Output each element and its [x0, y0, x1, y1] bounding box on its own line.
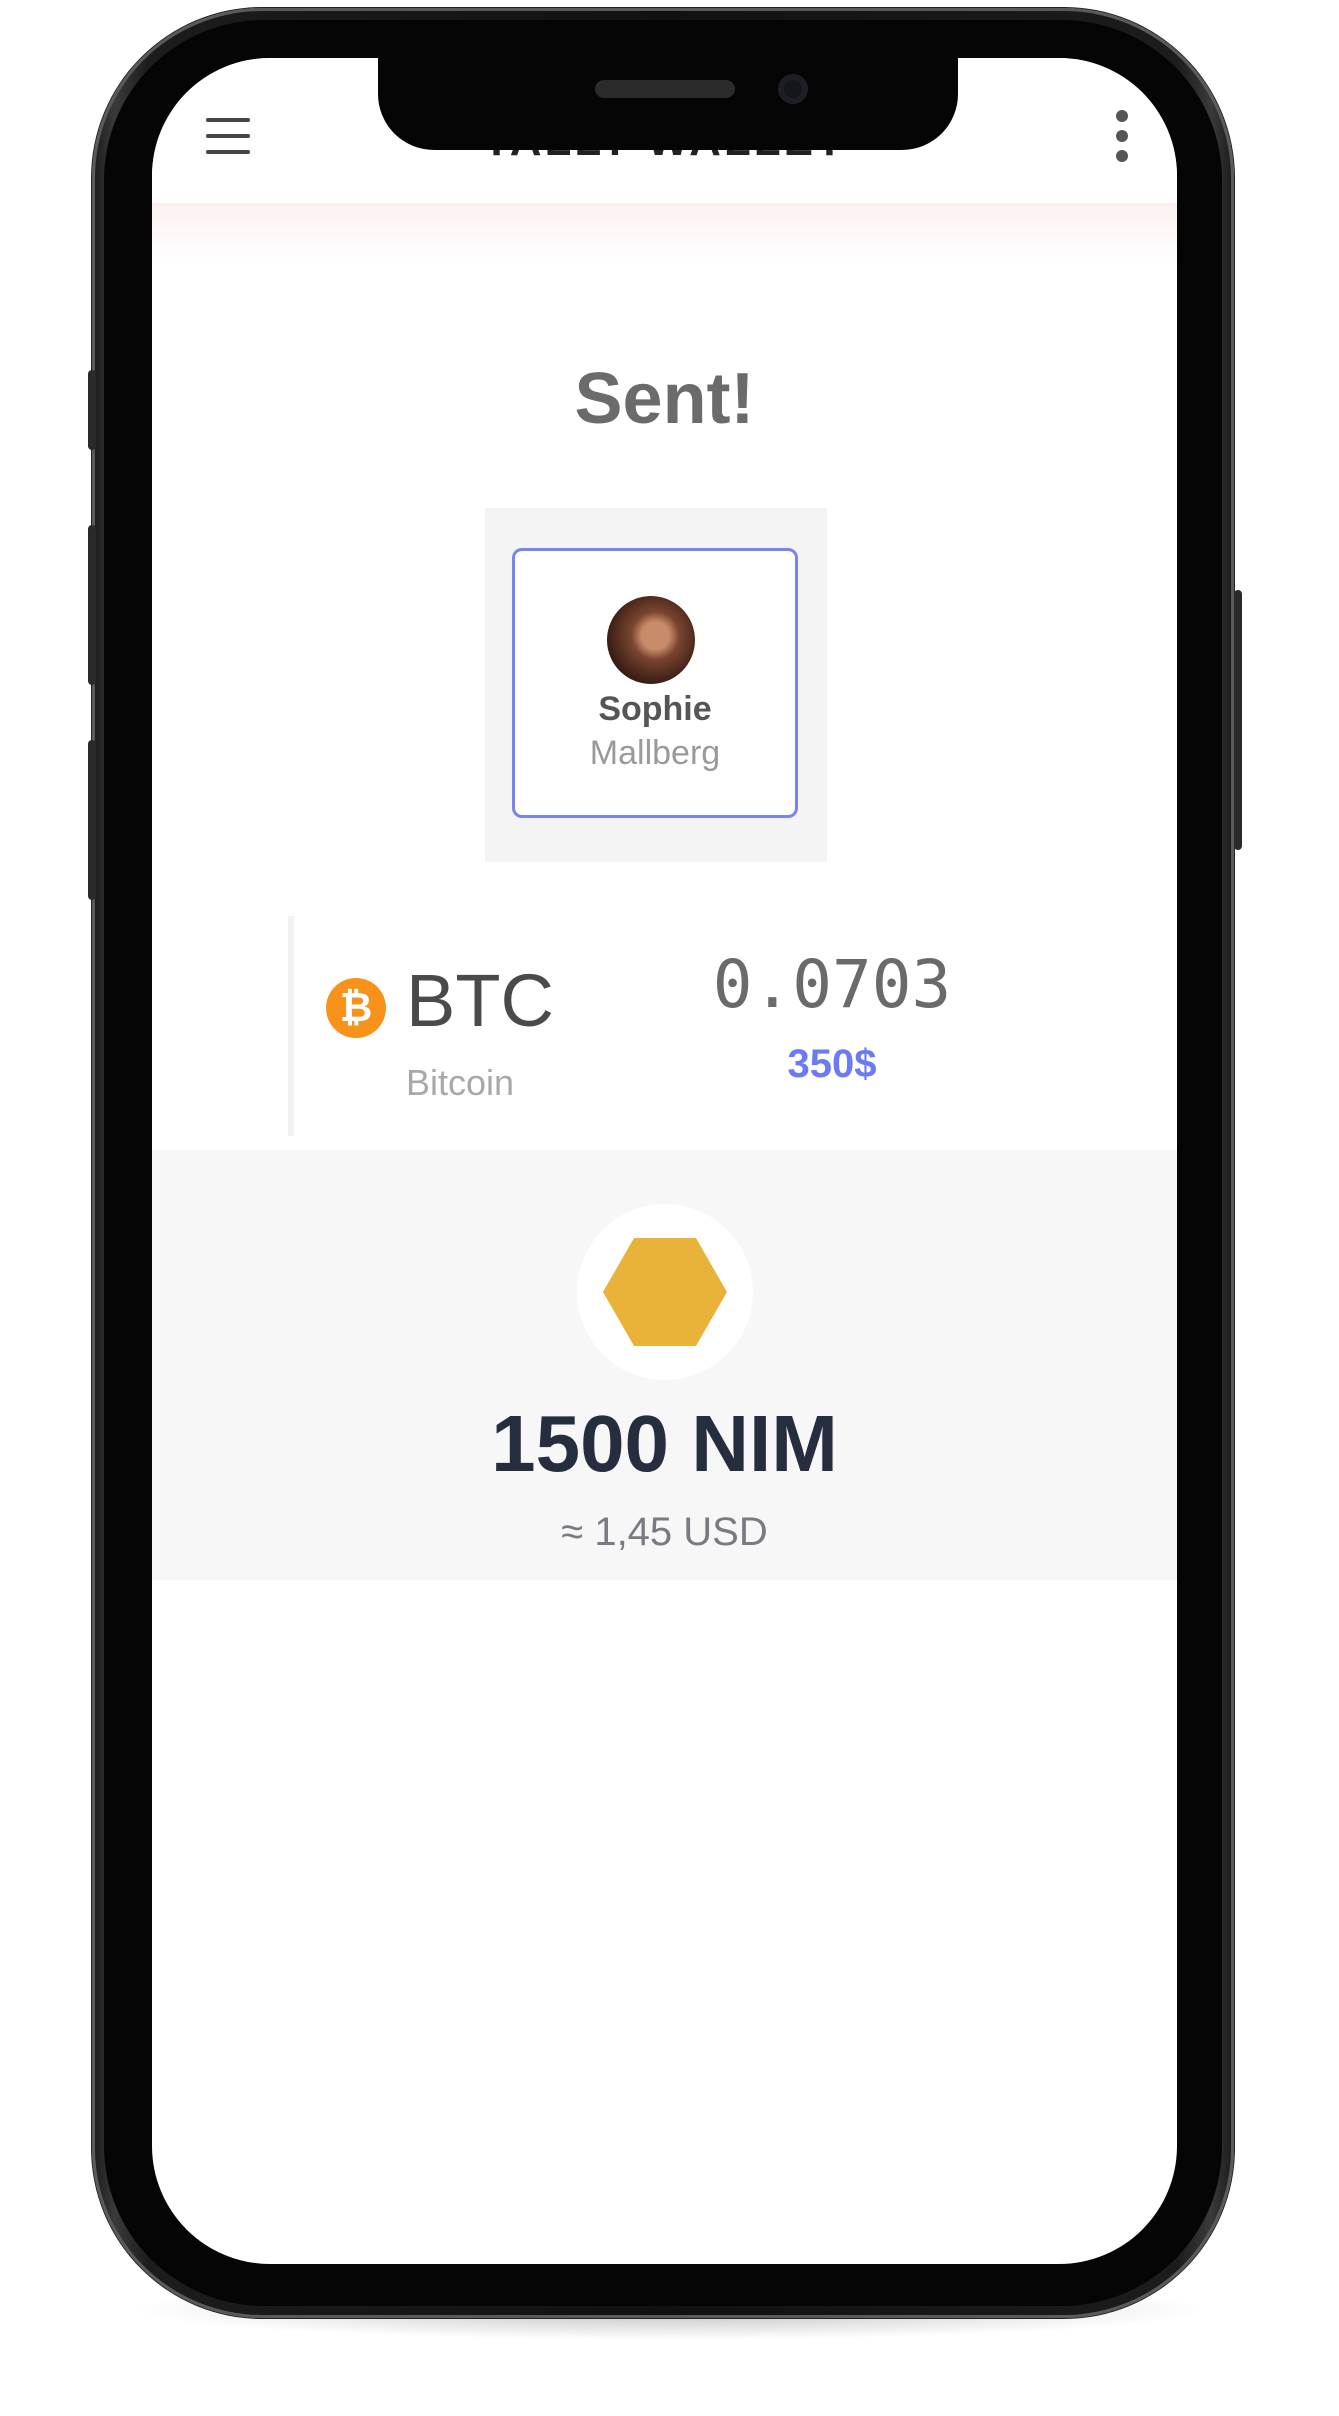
hamburger-menu-icon[interactable] [206, 116, 250, 156]
asset-name: Bitcoin [406, 1062, 515, 1103]
nim-amount: 1500 NIM [491, 1399, 838, 1488]
asset-fiat-value: 350$ [787, 1042, 877, 1086]
header-divider [152, 203, 1177, 263]
stage: TALLY WALLET Sent! Sophie Mallberg ₿ BTC… [0, 0, 1339, 2416]
phone-notch [378, 58, 958, 150]
nim-fiat-value: ≈ 1,45 USD [561, 1510, 768, 1554]
asset-amount: 0.0703 [712, 946, 952, 1023]
silent-switch [88, 370, 96, 450]
front-camera [778, 74, 808, 104]
sent-title: Sent! [574, 359, 755, 439]
asset-symbol: BTC [406, 959, 554, 1042]
power-button [1234, 590, 1242, 850]
bitcoin-icon: ₿ [326, 978, 386, 1038]
app-screen: TALLY WALLET Sent! Sophie Mallberg ₿ BTC… [152, 58, 1177, 2264]
more-vertical-icon[interactable] [1112, 108, 1132, 164]
volume-down-button [88, 740, 96, 900]
earpiece-speaker [595, 80, 735, 98]
avatar [607, 596, 695, 684]
recipient-first-name: Sophie [598, 690, 712, 728]
recipient-last-name: Mallberg [589, 734, 721, 772]
volume-up-button [88, 525, 96, 685]
